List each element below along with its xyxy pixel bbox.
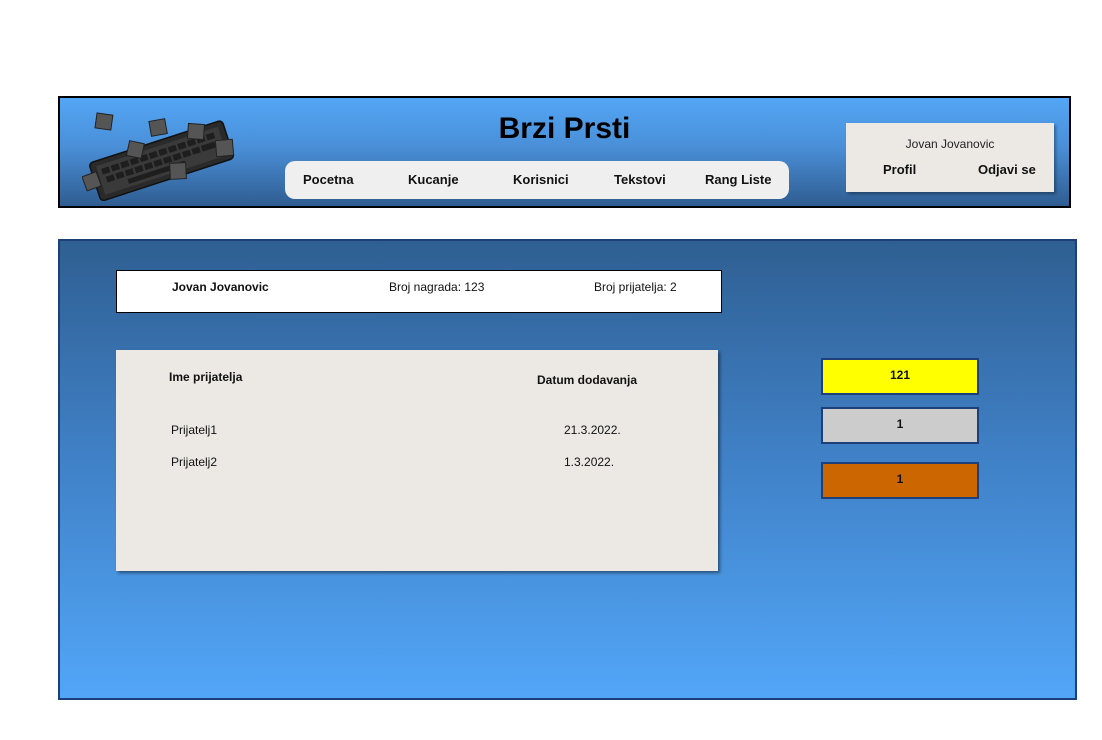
friend-date: 1.3.2022. xyxy=(564,455,615,469)
profile-main-panel: Jovan Jovanovic Broj nagrada: 123 Broj p… xyxy=(58,239,1077,700)
nav-item-kucanje[interactable]: Kucanje xyxy=(408,161,459,199)
friend-name[interactable]: Prijatelj1 xyxy=(171,423,217,437)
silver-award-badge: 1 xyxy=(821,407,979,444)
column-header-friend-name: Ime prijatelja xyxy=(169,370,243,384)
friend-date: 21.3.2022. xyxy=(564,423,621,437)
gold-award-badge: 121 xyxy=(821,358,979,395)
logout-link[interactable]: Odjavi se xyxy=(978,162,1036,177)
profile-link[interactable]: Profil xyxy=(883,162,916,177)
header: Brzi Prsti Pocetna Kucanje Korisnici Tek… xyxy=(58,96,1071,208)
bronze-award-badge: 1 xyxy=(821,462,979,499)
friends-table: Ime prijatelja Datum dodavanja Prijatelj… xyxy=(116,350,718,571)
friend-name[interactable]: Prijatelj2 xyxy=(171,455,217,469)
nav-item-pocetna[interactable]: Pocetna xyxy=(303,161,354,199)
nav-item-tekstovi[interactable]: Tekstovi xyxy=(614,161,666,199)
main-nav: Pocetna Kucanje Korisnici Tekstovi Rang … xyxy=(285,161,789,199)
column-header-date-added: Datum dodavanja xyxy=(537,373,638,387)
user-box: Jovan Jovanovic Profil Odjavi se xyxy=(846,123,1054,192)
awards-count: Broj nagrada: 123 xyxy=(389,280,485,294)
nav-item-rang-liste[interactable]: Rang Liste xyxy=(705,161,771,199)
user-name: Jovan Jovanovic xyxy=(905,137,995,151)
friends-count: Broj prijatelja: 2 xyxy=(594,280,677,294)
nav-item-korisnici[interactable]: Korisnici xyxy=(513,161,569,199)
profile-info-bar: Jovan Jovanovic Broj nagrada: 123 Broj p… xyxy=(116,270,722,313)
profile-name: Jovan Jovanovic xyxy=(172,280,269,294)
